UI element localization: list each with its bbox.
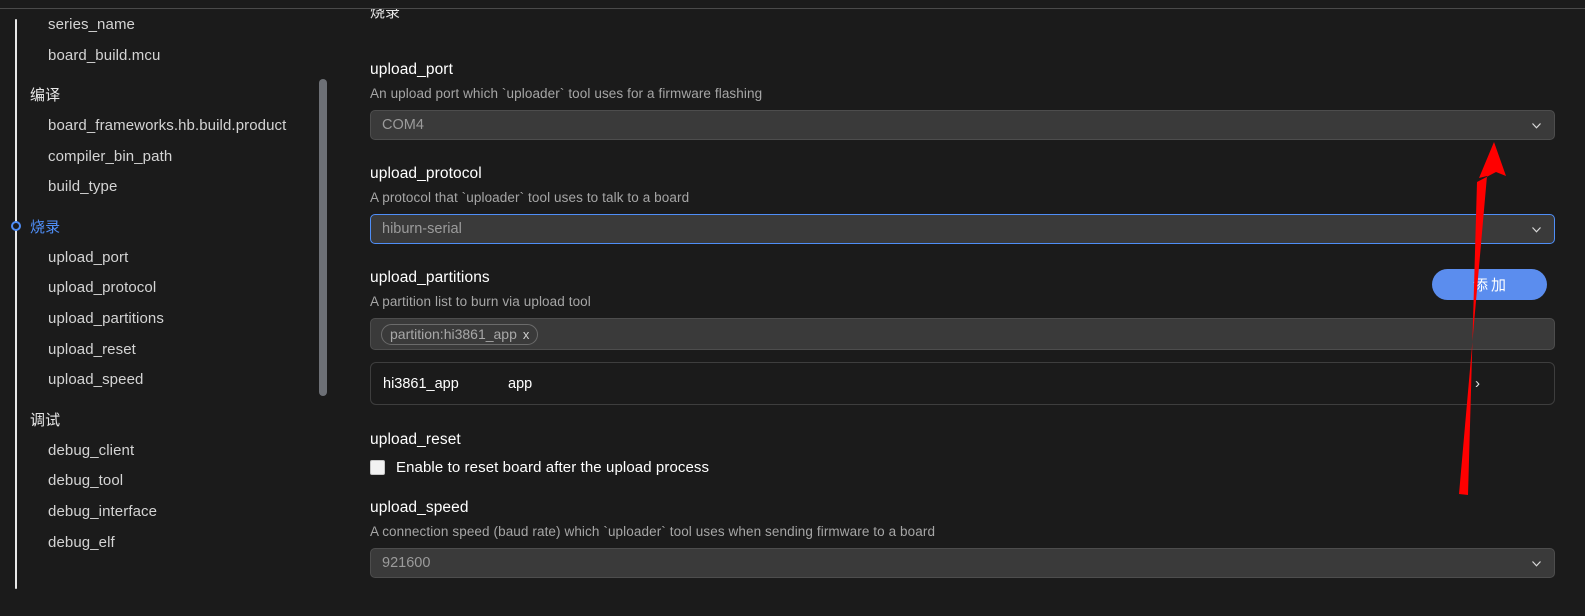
sidebar-item-upload-protocol[interactable]: upload_protocol xyxy=(0,273,340,304)
upload-port-select[interactable]: COM4 xyxy=(370,110,1555,140)
sidebar-nav-list: series_name board_build.mcu 编译 board_framew… xyxy=(0,9,340,558)
sidebar-item-label: build_type xyxy=(48,178,118,196)
upload-protocol-description: A protocol that `uploader` tool uses to … xyxy=(370,190,690,205)
upload-partitions-description: A partition list to burn via upload tool xyxy=(370,294,591,309)
chevron-down-icon[interactable] xyxy=(1530,119,1543,132)
sidebar-item-board-frameworks-hb-build-product[interactable]: board_frameworks.hb.build.product xyxy=(0,110,340,141)
field-upload-protocol: upload_protocol A protocol that `uploade… xyxy=(370,165,1555,244)
partition-row-type: app xyxy=(508,375,533,392)
sidebar-item-label: debug_tool xyxy=(48,472,124,490)
chevron-down-icon[interactable] xyxy=(1530,223,1543,236)
add-partition-button[interactable]: 添加 xyxy=(1432,269,1547,300)
sidebar-item-upload-port[interactable]: upload_port xyxy=(0,242,340,273)
sidebar-item-upload-partitions[interactable]: upload_partitions xyxy=(0,303,340,334)
field-upload-speed: upload_speed A connection speed (baud ra… xyxy=(370,499,1555,578)
sidebar-item-series-name[interactable]: series_name xyxy=(0,9,340,40)
sidebar-scrollbar-thumb[interactable] xyxy=(319,79,327,396)
sidebar-item-label: series_name xyxy=(48,15,135,33)
sidebar-item-label: board_frameworks.hb.build.product xyxy=(48,116,287,134)
upload-reset-title: upload_reset xyxy=(370,431,461,448)
field-upload-port: upload_port An upload port which `upload… xyxy=(370,61,1555,140)
upload-speed-value: 921600 xyxy=(382,555,431,571)
upload-protocol-value: hiburn-serial xyxy=(382,221,462,237)
sidebar-item-build-type[interactable]: build_type xyxy=(0,171,340,202)
upload-port-title: upload_port xyxy=(370,61,453,78)
sidebar-item-label: debug_client xyxy=(48,441,135,459)
upload-partitions-chips-input[interactable]: partition:hi3861_app x xyxy=(370,318,1555,350)
field-upload-partitions: upload_partitions A partition list to bu… xyxy=(370,269,1555,405)
sidebar-item-label: board_build.mcu xyxy=(48,46,161,64)
upload-reset-checkbox[interactable] xyxy=(370,460,385,475)
partition-row-name: hi3861_app xyxy=(383,375,459,392)
sidebar-item-compiler-bin-path[interactable]: compiler_bin_path xyxy=(0,141,340,172)
upload-partitions-title: upload_partitions xyxy=(370,269,490,286)
sidebar-item-debug-tool[interactable]: debug_tool xyxy=(0,466,340,497)
chevron-right-icon[interactable]: › xyxy=(1475,375,1480,392)
chevron-down-icon[interactable] xyxy=(1530,557,1543,570)
sidebar-item-[interactable]: 调试 xyxy=(0,404,340,435)
active-dot-icon xyxy=(11,221,21,232)
settings-anchor-sidebar: series_name board_build.mcu 编译 board_framew… xyxy=(0,9,340,616)
upload-speed-title: upload_speed xyxy=(370,499,469,516)
sidebar-item-label: upload_speed xyxy=(48,371,144,389)
sidebar-item-label: debug_elf xyxy=(48,533,115,551)
upload-reset-checkbox-label: Enable to reset board after the upload p… xyxy=(396,459,710,476)
upload-speed-select[interactable]: 921600 xyxy=(370,548,1555,578)
sidebar-item-label: debug_interface xyxy=(48,503,158,521)
sidebar-item-label: upload_protocol xyxy=(48,279,157,297)
sidebar-item-label: upload_reset xyxy=(48,340,136,358)
sidebar-item-upload-reset[interactable]: upload_reset xyxy=(0,334,340,365)
sidebar-item-board-build-mcu[interactable]: board_build.mcu xyxy=(0,40,340,71)
sidebar-item-label: upload_partitions xyxy=(48,310,164,328)
sidebar-item-upload-speed[interactable]: upload_speed xyxy=(0,365,340,396)
upload-port-description: An upload port which `uploader` tool use… xyxy=(370,86,763,101)
app-root: series_name board_build.mcu 编译 board_framew… xyxy=(0,0,1585,616)
upload-reset-checkbox-row[interactable]: Enable to reset board after the upload p… xyxy=(370,459,1555,476)
sidebar-item-label: 烧录 xyxy=(30,218,61,236)
sidebar-item-debug-elf[interactable]: debug_elf xyxy=(0,527,340,558)
sidebar-item-label: 编译 xyxy=(30,87,61,105)
sidebar-item-[interactable]: 编译 xyxy=(0,79,340,110)
sidebar-item-debug-client[interactable]: debug_client xyxy=(0,435,340,466)
partition-chip[interactable]: partition:hi3861_app x xyxy=(381,323,539,345)
sidebar-item-label: compiler_bin_path xyxy=(48,147,173,165)
settings-main-panel: 烧录 upload_port An upload port which `upl… xyxy=(340,9,1585,616)
clipped-section-heading: 烧录 xyxy=(370,9,401,21)
upload-protocol-title: upload_protocol xyxy=(370,165,482,182)
close-icon[interactable]: x xyxy=(523,328,530,341)
upload-protocol-select[interactable]: hiburn-serial xyxy=(370,214,1555,244)
sidebar-item-label: upload_port xyxy=(48,248,129,266)
sidebar-item-[interactable]: 烧录 xyxy=(0,211,340,242)
sidebar-item-label: 调试 xyxy=(30,412,61,430)
partition-chip-label: partition:hi3861_app xyxy=(390,326,517,342)
field-upload-reset: upload_reset Enable to reset board after… xyxy=(370,431,1555,476)
partition-row[interactable]: hi3861_app app › xyxy=(370,362,1555,405)
sidebar-item-debug-interface[interactable]: debug_interface xyxy=(0,496,340,527)
upload-speed-description: A connection speed (baud rate) which `up… xyxy=(370,524,936,539)
upload-port-value: COM4 xyxy=(382,117,424,133)
